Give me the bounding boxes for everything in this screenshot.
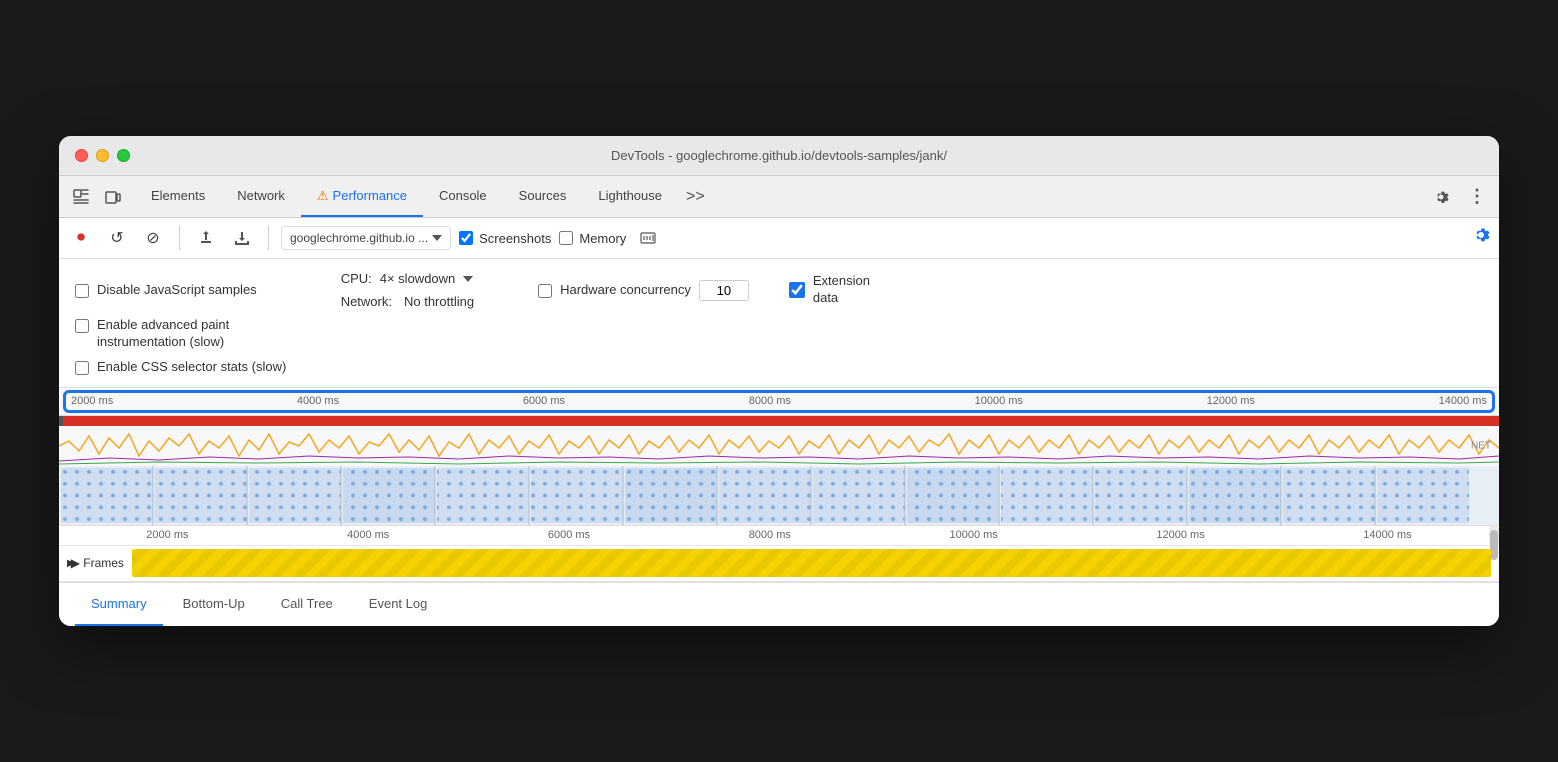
network-label: Network: (341, 294, 392, 309)
more-options-icon[interactable]: ⋮ (1463, 183, 1491, 211)
memory-checkbox-group: Memory (559, 231, 626, 246)
timeline-ruler2: 2000 ms 4000 ms 6000 ms 8000 ms 10000 ms… (59, 526, 1499, 546)
timeline-overview: 2000 ms 4000 ms 6000 ms 8000 ms 10000 ms… (59, 388, 1499, 526)
cpu-label: CPU: (341, 271, 372, 286)
tab-event-log[interactable]: Event Log (353, 583, 444, 626)
record-button[interactable]: ⏺ (67, 224, 95, 252)
advanced-paint-checkbox[interactable] (75, 319, 89, 333)
extension-data-label[interactable]: Extensiondata (813, 273, 870, 307)
css-selector-checkbox[interactable] (75, 361, 89, 375)
css-selector-checkbox-group[interactable]: Enable CSS selector stats (slow) (75, 359, 286, 375)
performance-settings-icon[interactable] (1471, 225, 1491, 251)
tab-bar: Elements Network ⚠ Performance Console S… (59, 176, 1499, 218)
tab-console[interactable]: Console (423, 176, 503, 217)
maximize-button[interactable] (117, 149, 130, 162)
settings-row-2: Enable advanced paintinstrumentation (sl… (75, 317, 1483, 351)
tab-sources[interactable]: Sources (503, 176, 583, 217)
network-value: No throttling (404, 294, 474, 309)
devtools-body: Elements Network ⚠ Performance Console S… (59, 176, 1499, 626)
tab-performance[interactable]: ⚠ Performance (301, 176, 423, 217)
warning-icon: ⚠ (317, 188, 329, 204)
download-button[interactable] (228, 224, 256, 252)
settings-panel: Disable JavaScript samples CPU: 4× slowd… (59, 259, 1499, 388)
bottom-tabs: Summary Bottom-Up Call Tree Event Log (59, 582, 1499, 626)
tab-bar-right: ⋮ (1427, 183, 1491, 211)
screenshots-label[interactable]: Screenshots (479, 231, 551, 246)
toolbar-separator-1 (179, 226, 180, 250)
network-throttle-field: Network: No throttling (341, 294, 474, 309)
devtools-window: DevTools - googlechrome.github.io/devtoo… (59, 136, 1499, 626)
url-selector[interactable]: googlechrome.github.io ... (281, 226, 451, 250)
frames-row: ▶ ▶ Frames (59, 546, 1499, 582)
tab-summary[interactable]: Summary (75, 583, 163, 626)
frames-track (132, 549, 1491, 577)
reload-button[interactable]: ↺ (103, 224, 131, 252)
tab-bar-icons (67, 183, 127, 211)
clear-button[interactable]: ⊘ (139, 224, 167, 252)
memory-checkbox[interactable] (559, 231, 573, 245)
disable-js-checkbox[interactable] (75, 284, 89, 298)
css-selector-label[interactable]: Enable CSS selector stats (slow) (97, 359, 286, 374)
cpu-select[interactable]: 4× slowdown (380, 271, 474, 286)
more-tabs-button[interactable]: >> (678, 188, 713, 206)
performance-toolbar: ⏺ ↺ ⊘ googlechrome.github.io ... (59, 218, 1499, 259)
extension-data-checkbox[interactable] (789, 282, 805, 298)
tab-network[interactable]: Network (221, 176, 301, 217)
tab-lighthouse[interactable]: Lighthouse (582, 176, 678, 217)
disable-js-label[interactable]: Disable JavaScript samples (97, 282, 257, 297)
title-bar: DevTools - googlechrome.github.io/devtoo… (59, 136, 1499, 176)
minimize-button[interactable] (96, 149, 109, 162)
memory-profiler-icon[interactable] (634, 224, 662, 252)
close-button[interactable] (75, 149, 88, 162)
cpu-throttle-field: CPU: 4× slowdown (341, 271, 474, 286)
upload-button[interactable] (192, 224, 220, 252)
hw-concurrency-checkbox[interactable] (538, 284, 552, 298)
settings-row-3: Enable CSS selector stats (slow) (75, 359, 1483, 375)
hw-concurrency-checkbox-group[interactable]: Hardware concurrency (538, 282, 691, 298)
tab-call-tree[interactable]: Call Tree (265, 583, 349, 626)
memory-label[interactable]: Memory (579, 231, 626, 246)
toolbar-separator-2 (268, 226, 269, 250)
timeline-ruler-labels: 2000 ms 4000 ms 6000 ms 8000 ms 10000 ms… (67, 395, 1491, 407)
waveform-strip: NET (59, 426, 1499, 466)
settings-gear-icon[interactable] (1427, 183, 1455, 211)
advanced-paint-label[interactable]: Enable advanced paintinstrumentation (sl… (97, 317, 229, 351)
hw-concurrency-input[interactable] (699, 280, 749, 301)
net-label: NET (1471, 440, 1491, 451)
disable-js-checkbox-group[interactable]: Disable JavaScript samples (75, 282, 257, 298)
frames-pattern (132, 549, 1491, 577)
frames-label[interactable]: ▶ ▶ Frames (67, 556, 124, 570)
screenshots-svg (59, 466, 1499, 525)
ruler2-labels: 2000 ms 4000 ms 6000 ms 8000 ms 10000 ms… (67, 529, 1491, 541)
timeline-main: 2000 ms 4000 ms 6000 ms 8000 ms 10000 ms… (59, 526, 1499, 582)
tab-bottom-up[interactable]: Bottom-Up (167, 583, 261, 626)
inspect-icon[interactable] (67, 183, 95, 211)
traffic-lights (75, 149, 130, 162)
hw-concurrency-label[interactable]: Hardware concurrency (560, 282, 691, 297)
screenshots-strip (59, 466, 1499, 526)
screenshots-checkbox-group: Screenshots (459, 231, 551, 246)
screenshots-checkbox[interactable] (459, 231, 473, 245)
tab-elements[interactable]: Elements (135, 176, 221, 217)
tabs-container: Elements Network ⚠ Performance Console S… (135, 176, 1427, 217)
device-toolbar-icon[interactable] (99, 183, 127, 211)
settings-row-1: Disable JavaScript samples CPU: 4× slowd… (75, 271, 1483, 309)
advanced-paint-checkbox-group[interactable]: Enable advanced paintinstrumentation (sl… (75, 317, 229, 351)
waveform-svg (59, 426, 1499, 466)
window-title: DevTools - googlechrome.github.io/devtoo… (611, 148, 947, 163)
